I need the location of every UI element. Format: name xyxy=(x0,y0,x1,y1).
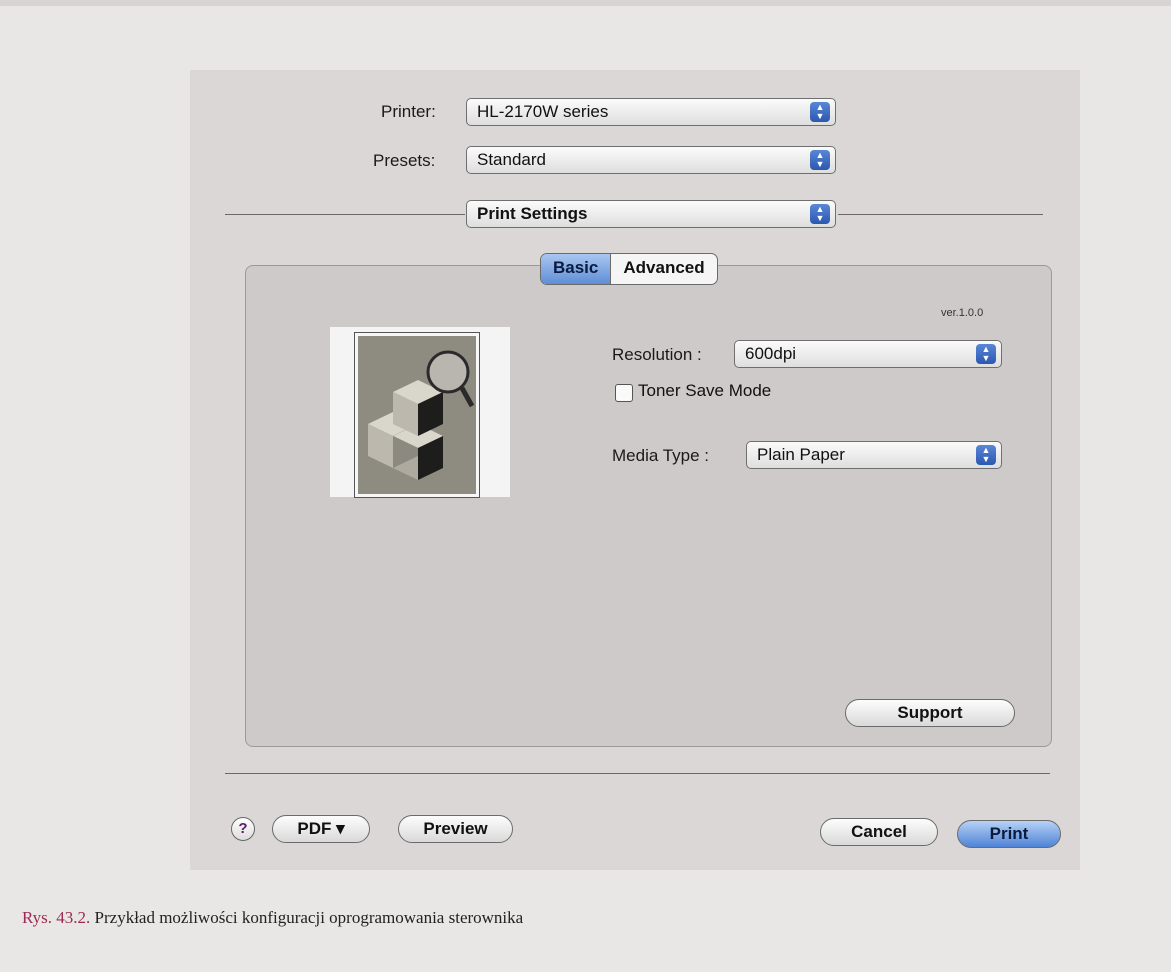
caption-text: Przykład możliwości konfiguracji oprogra… xyxy=(90,908,524,927)
page-top-border xyxy=(0,0,1171,6)
resolution-value: 600dpi xyxy=(745,344,797,363)
cancel-button[interactable]: Cancel xyxy=(820,818,938,846)
printer-value: HL-2170W series xyxy=(477,102,609,121)
media-type-label: Media Type : xyxy=(612,446,710,465)
resolution-label: Resolution : xyxy=(612,345,702,364)
tab-segmented-control: Basic Advanced xyxy=(540,253,718,285)
popup-arrows-icon: ▲ ▼ xyxy=(810,102,830,122)
tab-basic[interactable]: Basic xyxy=(541,254,612,284)
panel-selector-popup[interactable]: Print Settings ▲ ▼ xyxy=(466,200,836,228)
popup-arrows-icon: ▲ ▼ xyxy=(810,204,830,224)
presets-popup[interactable]: Standard ▲ ▼ xyxy=(466,146,836,174)
popup-arrows-icon: ▲ ▼ xyxy=(976,344,996,364)
figure-number: Rys. 43.2. xyxy=(22,908,91,927)
printer-preview-image xyxy=(330,327,510,497)
presets-value: Standard xyxy=(477,150,546,169)
document-thumbnail xyxy=(355,333,479,497)
presets-label: Presets: xyxy=(373,151,436,170)
version-label: ver.1.0.0 xyxy=(941,307,984,319)
cubes-magnifier-icon xyxy=(358,336,476,494)
separator-line xyxy=(838,214,1043,215)
media-type-value: Plain Paper xyxy=(757,445,845,464)
help-button[interactable]: ? xyxy=(231,817,255,841)
print-button[interactable]: Print xyxy=(957,820,1061,848)
media-type-popup[interactable]: Plain Paper ▲ ▼ xyxy=(746,441,1002,469)
figure-caption: Rys. 43.2. Przykład możliwości konfigura… xyxy=(22,908,523,928)
printer-popup[interactable]: HL-2170W series ▲ ▼ xyxy=(466,98,836,126)
preview-button[interactable]: Preview xyxy=(398,815,513,843)
panel-selector-value: Print Settings xyxy=(477,204,588,223)
popup-arrows-icon: ▲ ▼ xyxy=(810,150,830,170)
toner-save-checkbox[interactable] xyxy=(615,384,633,402)
tab-advanced[interactable]: Advanced xyxy=(611,254,716,284)
printer-label: Printer: xyxy=(381,102,436,121)
toner-save-label[interactable]: Toner Save Mode xyxy=(638,381,771,401)
separator-line xyxy=(225,214,465,215)
pdf-button[interactable]: PDF ▾ xyxy=(272,815,370,843)
popup-arrows-icon: ▲ ▼ xyxy=(976,445,996,465)
support-button[interactable]: Support xyxy=(845,699,1015,727)
resolution-popup[interactable]: 600dpi ▲ ▼ xyxy=(734,340,1002,368)
separator-line xyxy=(225,773,1050,774)
